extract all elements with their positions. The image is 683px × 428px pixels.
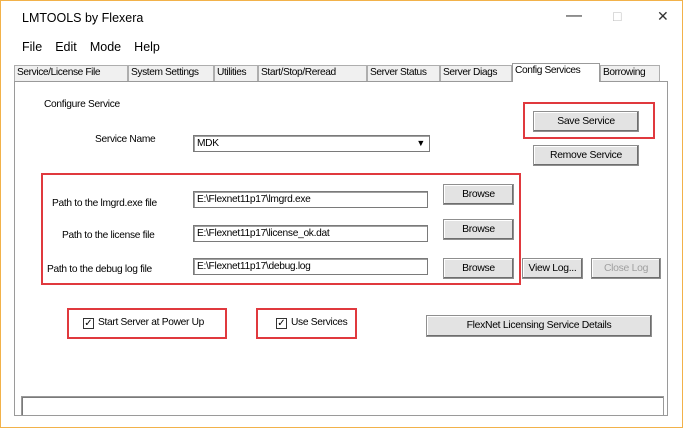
minimize-button[interactable]: —	[566, 8, 582, 24]
status-bar	[21, 396, 664, 416]
menu-file[interactable]: File	[22, 40, 42, 54]
tab-utilities[interactable]: Utilities	[214, 65, 258, 81]
tab-service-license-file[interactable]: Service/License File	[14, 65, 128, 81]
menu-mode[interactable]: Mode	[90, 40, 121, 54]
close-button[interactable]: ✕	[657, 9, 669, 23]
close-log-button[interactable]: Close Log	[591, 258, 661, 279]
tab-start-stop-reread[interactable]: Start/Stop/Reread	[258, 65, 367, 81]
use-services-label: Use Services	[291, 317, 348, 328]
use-services-checkbox[interactable]: ✓	[276, 318, 287, 329]
start-server-label: Start Server at Power Up	[98, 317, 205, 328]
tab-server-diags[interactable]: Server Diags	[440, 65, 512, 81]
menu-help[interactable]: Help	[134, 40, 160, 54]
remove-service-button[interactable]: Remove Service	[533, 145, 639, 166]
debug-log-path-label: Path to the debug log file	[47, 264, 152, 275]
save-service-button[interactable]: Save Service	[533, 111, 639, 132]
tab-strip: Service/License File System Settings Uti…	[14, 63, 666, 82]
license-path-input[interactable]: E:\Flexnet11p17\license_ok.dat	[193, 225, 428, 242]
service-name-combobox[interactable]: MDK ▼	[193, 135, 430, 152]
tab-system-settings[interactable]: System Settings	[128, 65, 214, 81]
view-log-button[interactable]: View Log...	[522, 258, 583, 279]
browse-license-button[interactable]: Browse	[443, 219, 514, 240]
dropdown-arrow-icon[interactable]: ▼	[416, 136, 425, 151]
tab-server-status[interactable]: Server Status	[367, 65, 440, 81]
lmgrd-path-input[interactable]: E:\Flexnet11p17\lmgrd.exe	[193, 191, 428, 208]
service-name-value: MDK	[197, 138, 219, 149]
maximize-button[interactable]: □	[613, 9, 621, 23]
window-title: LMTOOLS by Flexera	[22, 11, 144, 25]
browse-lmgrd-button[interactable]: Browse	[443, 184, 514, 205]
tab-borrowing[interactable]: Borrowing	[600, 65, 660, 81]
lmgrd-path-label: Path to the lmgrd.exe file	[52, 198, 157, 209]
menu-bar: File Edit Mode Help	[22, 40, 170, 54]
configure-service-label: Configure Service	[44, 99, 120, 110]
license-path-label: Path to the license file	[62, 230, 155, 241]
tab-config-services[interactable]: Config Services	[512, 63, 600, 82]
start-server-checkbox[interactable]: ✓	[83, 318, 94, 329]
browse-debug-log-button[interactable]: Browse	[443, 258, 514, 279]
menu-edit[interactable]: Edit	[55, 40, 77, 54]
service-name-label: Service Name	[95, 134, 156, 145]
debug-log-path-input[interactable]: E:\Flexnet11p17\debug.log	[193, 258, 428, 275]
flexnet-service-details-button[interactable]: FlexNet Licensing Service Details	[426, 315, 652, 337]
